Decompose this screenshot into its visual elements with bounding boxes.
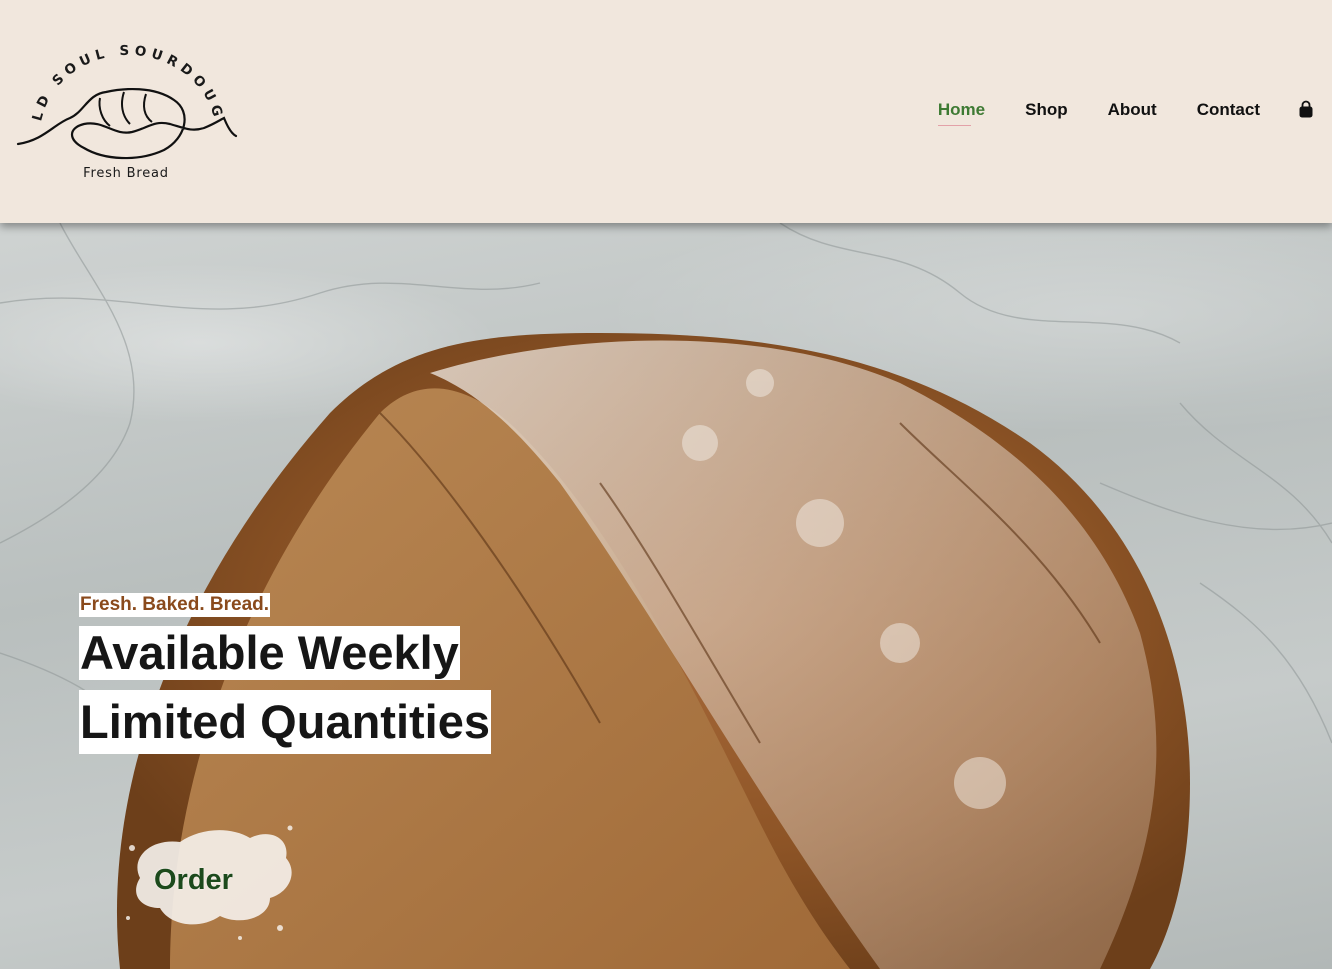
logo-arc-text: OLD SOUL SOURDOUGH [14,28,222,123]
hero-section: Fresh. Baked. Bread. Available Weekly Li… [0,223,1332,969]
nav-item-contact[interactable]: Contact [1197,100,1260,120]
svg-text:OLD SOUL SOURDOUGH: OLD SOUL SOURDOUGH [14,28,227,123]
order-button-label: Order [154,864,233,896]
hero-headline-2: Limited Quantities [79,690,491,754]
nav-item-home[interactable]: Home [937,100,985,126]
main-nav: Home Shop About Contact [898,100,1314,126]
logo-mark-icon: OLD SOUL SOURDOUGH [14,28,238,160]
nav-item-shop[interactable]: Shop [1025,100,1068,120]
hero-headline-1: Available Weekly [79,626,460,680]
logo-subtitle: Fresh Bread [83,166,169,181]
shopping-bag-icon[interactable] [1298,100,1314,120]
nav-item-about[interactable]: About [1108,100,1157,120]
logo[interactable]: OLD SOUL SOURDOUGH Fresh Bread [14,28,242,188]
hero-tagline: Fresh. Baked. Bread. [79,593,271,617]
order-button[interactable]: Order [120,808,300,948]
site-header: OLD SOUL SOURDOUGH Fresh Bread Home Shop… [0,0,1332,223]
